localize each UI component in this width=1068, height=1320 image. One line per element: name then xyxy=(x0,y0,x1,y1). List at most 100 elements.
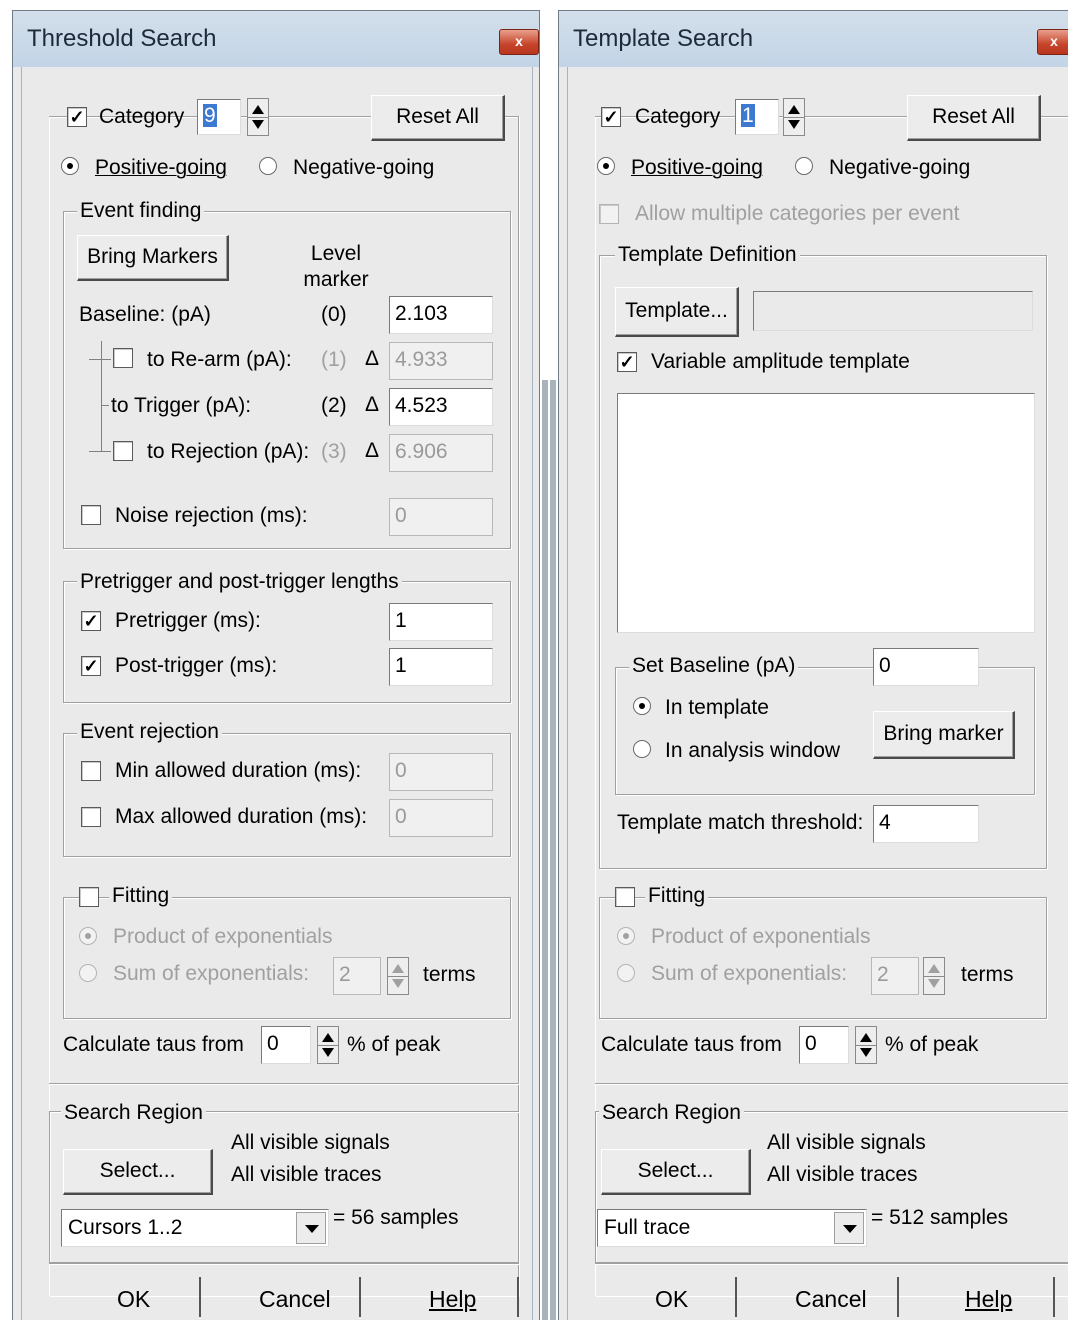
variable-amplitude-checkbox[interactable]: ✓ xyxy=(617,352,637,372)
sum-exponentials-radio[interactable] xyxy=(617,964,635,982)
rearm-marker: (1) xyxy=(321,348,347,371)
reset-all-button[interactable]: Reset All xyxy=(371,95,505,141)
taus-spinner[interactable] xyxy=(855,1026,877,1064)
button-divider xyxy=(199,1277,201,1317)
template-name-input[interactable] xyxy=(753,291,1033,331)
trigger-marker: (2) xyxy=(321,394,347,417)
rearm-delta: Δ xyxy=(365,347,380,370)
button-divider xyxy=(897,1277,899,1317)
region-combo-value: Cursors 1..2 xyxy=(68,1216,183,1239)
set-baseline-input[interactable]: 0 xyxy=(873,648,979,686)
button-divider xyxy=(359,1277,361,1317)
chevron-down-icon[interactable] xyxy=(834,1212,864,1244)
category-input[interactable]: 9 xyxy=(197,99,241,135)
taus-spinner[interactable] xyxy=(317,1026,339,1064)
reset-all-button[interactable]: Reset All xyxy=(907,95,1041,141)
cancel-button[interactable]: Cancel xyxy=(259,1286,331,1313)
category-checkbox[interactable]: ✓ xyxy=(67,107,87,127)
pretrigger-checkbox[interactable]: ✓ xyxy=(81,611,101,631)
max-duration-input[interactable]: 0 xyxy=(389,799,493,837)
region-combo[interactable]: Full trace xyxy=(597,1209,867,1247)
button-divider xyxy=(517,1277,519,1317)
min-duration-checkbox[interactable] xyxy=(81,761,101,781)
select-region-button[interactable]: Select... xyxy=(601,1149,751,1195)
ok-button[interactable]: OK xyxy=(655,1286,688,1313)
close-button[interactable]: x xyxy=(499,29,539,55)
template-threshold-input[interactable]: 4 xyxy=(873,805,979,843)
set-baseline-legend: Set Baseline (pA) xyxy=(629,654,799,678)
trigger-input[interactable]: 4.523 xyxy=(389,388,493,426)
sum-exponentials-radio[interactable] xyxy=(79,964,97,982)
region-combo[interactable]: Cursors 1..2 xyxy=(61,1209,329,1247)
region-line-traces: All visible traces xyxy=(767,1163,918,1186)
positive-going-radio[interactable] xyxy=(61,157,79,175)
help-button[interactable]: Help xyxy=(429,1286,476,1313)
rearm-checkbox[interactable] xyxy=(113,348,133,368)
trigger-delta: Δ xyxy=(365,393,380,416)
rejection-checkbox[interactable] xyxy=(113,441,133,461)
noise-rejection-checkbox[interactable] xyxy=(81,505,101,525)
tree-line xyxy=(101,405,109,406)
negative-going-label: Negative-going xyxy=(293,156,435,179)
region-samples: = 512 samples xyxy=(871,1206,1009,1229)
taus-input[interactable]: 0 xyxy=(799,1026,849,1064)
noise-rejection-input[interactable]: 0 xyxy=(389,498,493,536)
taus-label: Calculate taus from xyxy=(601,1033,782,1056)
help-button[interactable]: Help xyxy=(965,1286,1012,1313)
category-input[interactable]: 1 xyxy=(735,99,779,135)
max-duration-label: Max allowed duration (ms): xyxy=(115,805,368,828)
rejection-delta: Δ xyxy=(365,439,380,462)
rejection-input[interactable]: 6.906 xyxy=(389,434,493,472)
terms-input[interactable]: 2 xyxy=(871,957,919,995)
in-template-radio[interactable] xyxy=(633,697,651,715)
terms-spinner[interactable] xyxy=(923,957,945,995)
cancel-button[interactable]: Cancel xyxy=(795,1286,867,1313)
rearm-input[interactable]: 4.933 xyxy=(389,342,493,380)
positive-going-label: Positive-going xyxy=(631,156,763,179)
button-divider xyxy=(735,1277,737,1317)
posttrigger-input[interactable]: 1 xyxy=(389,648,493,686)
rejection-label: to Rejection (pA): xyxy=(147,440,310,463)
title-bar[interactable]: Threshold Search x xyxy=(13,11,539,67)
taus-label: Calculate taus from xyxy=(63,1033,244,1056)
region-line-signals: All visible signals xyxy=(231,1131,390,1154)
region-samples: = 56 samples xyxy=(333,1206,459,1229)
min-duration-input[interactable]: 0 xyxy=(389,753,493,791)
negative-going-label: Negative-going xyxy=(829,156,971,179)
ok-button[interactable]: OK xyxy=(117,1286,150,1313)
baseline-input[interactable]: 2.103 xyxy=(389,296,493,334)
category-value: 9 xyxy=(203,104,217,127)
category-spinner[interactable] xyxy=(783,98,805,136)
allow-multiple-checkbox[interactable] xyxy=(599,204,619,224)
taus-input[interactable]: 0 xyxy=(261,1026,311,1064)
template-button[interactable]: Template... xyxy=(615,287,739,337)
category-checkbox[interactable]: ✓ xyxy=(601,107,621,127)
product-exponentials-radio[interactable] xyxy=(617,927,635,945)
in-window-radio[interactable] xyxy=(633,740,651,758)
category-spinner[interactable] xyxy=(247,98,269,136)
search-region-legend: Search Region xyxy=(61,1101,206,1125)
negative-going-radio[interactable] xyxy=(259,157,277,175)
product-exponentials-label: Product of exponentials xyxy=(651,925,871,948)
bring-markers-button[interactable]: Bring Markers xyxy=(77,235,229,281)
fitting-checkbox[interactable] xyxy=(79,887,99,907)
bring-marker-button[interactable]: Bring marker xyxy=(873,711,1015,759)
close-button[interactable]: x xyxy=(1037,29,1068,55)
dialog-title: Threshold Search xyxy=(27,25,217,52)
chevron-down-icon[interactable] xyxy=(296,1212,326,1244)
max-duration-checkbox[interactable] xyxy=(81,807,101,827)
positive-going-radio[interactable] xyxy=(597,157,615,175)
pretrigger-input[interactable]: 1 xyxy=(389,603,493,641)
terms-input[interactable]: 2 xyxy=(333,957,381,995)
negative-going-radio[interactable] xyxy=(795,157,813,175)
taus-suffix: % of peak xyxy=(885,1033,979,1056)
select-region-button[interactable]: Select... xyxy=(63,1149,213,1195)
event-finding-legend: Event finding xyxy=(77,199,205,223)
title-bar[interactable]: Template Search x xyxy=(559,11,1068,67)
template-definition-legend: Template Definition xyxy=(615,243,800,267)
fitting-checkbox[interactable] xyxy=(615,887,635,907)
product-exponentials-radio[interactable] xyxy=(79,927,97,945)
divider xyxy=(49,1083,519,1085)
posttrigger-checkbox[interactable]: ✓ xyxy=(81,656,101,676)
terms-spinner[interactable] xyxy=(387,957,409,995)
